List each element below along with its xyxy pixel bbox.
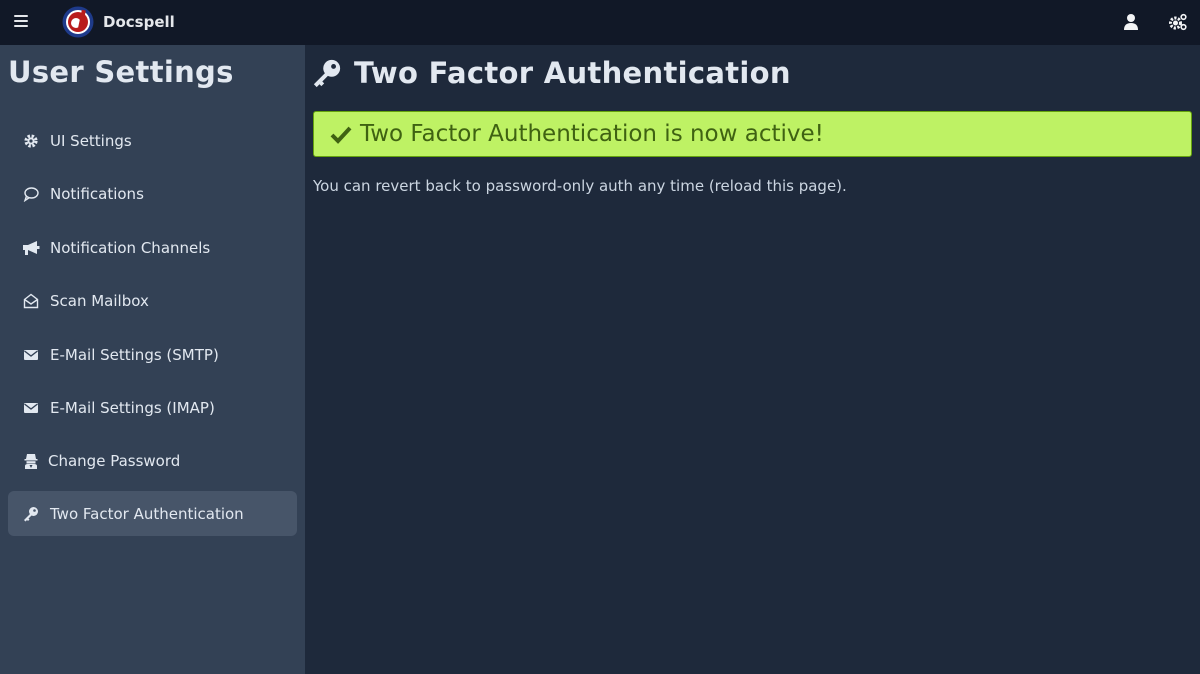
envelope-icon: [22, 399, 40, 417]
sidebar-item-label: E-Mail Settings (IMAP): [50, 398, 215, 417]
docspell-logo[interactable]: [62, 6, 94, 38]
sidebar-item-label: UI Settings: [50, 131, 132, 150]
key-icon: [313, 59, 341, 88]
cog-icon: [22, 132, 40, 150]
sidebar-item-scan-mailbox[interactable]: Scan Mailbox: [8, 278, 297, 323]
sidebar-item-two-factor-auth[interactable]: Two Factor Authentication: [8, 491, 297, 536]
sidebar-item-ui-settings[interactable]: UI Settings: [8, 118, 297, 163]
sidebar-item-label: Change Password: [48, 451, 181, 470]
success-message-text: Two Factor Authentication is now active!: [360, 121, 824, 147]
sidebar-item-email-imap[interactable]: E-Mail Settings (IMAP): [8, 385, 297, 430]
sidebar-item-label: E-Mail Settings (SMTP): [50, 345, 219, 364]
hamburger-menu-icon[interactable]: [14, 15, 28, 29]
user-secret-icon: [22, 452, 40, 470]
brand-name[interactable]: Docspell: [103, 13, 175, 31]
page-title: Two Factor Authentication: [312, 56, 791, 90]
bullhorn-icon: [22, 239, 40, 257]
success-message: Two Factor Authentication is now active!: [313, 111, 1192, 157]
check-icon: [330, 126, 352, 144]
sidebar-item-notifications[interactable]: Notifications: [8, 171, 297, 216]
sidebar-item-email-smtp[interactable]: E-Mail Settings (SMTP): [8, 332, 297, 377]
cogs-icon[interactable]: [1168, 12, 1188, 32]
key-icon: [22, 505, 40, 523]
sidebar-item-change-password[interactable]: Change Password: [8, 438, 297, 483]
user-icon[interactable]: [1121, 12, 1141, 32]
sidebar-item-label: Notification Channels: [50, 238, 211, 257]
envelope-icon: [22, 346, 40, 364]
top-navbar: Docspell: [0, 0, 1200, 45]
info-text: You can revert back to password-only aut…: [313, 177, 847, 195]
sidebar-item-label: Scan Mailbox: [50, 291, 149, 310]
sidebar-item-notification-channels[interactable]: Notification Channels: [8, 225, 297, 270]
envelope-open-icon: [22, 292, 40, 310]
page-title-text: Two Factor Authentication: [354, 56, 791, 90]
sidebar: User Settings UI Settings Notifications …: [0, 45, 305, 674]
sidebar-title: User Settings: [8, 55, 234, 89]
sidebar-item-label: Notifications: [50, 184, 144, 203]
sidebar-item-label: Two Factor Authentication: [50, 504, 244, 523]
comment-icon: [22, 185, 40, 203]
